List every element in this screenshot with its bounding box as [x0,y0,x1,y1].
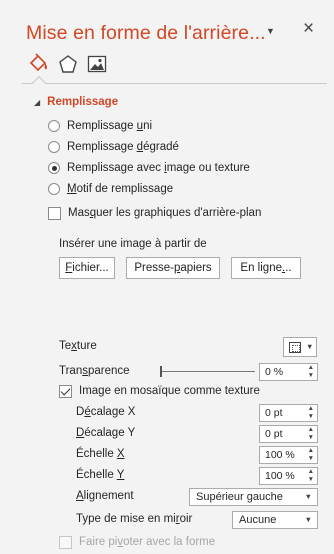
radio-pattern-fill[interactable]: Motif de remplissage [48,181,173,197]
texture-label: Texture [59,340,97,352]
texture-picker-button[interactable]: ▼ [283,337,317,357]
collapse-caret-icon: ◢ [34,97,41,107]
checkbox-disabled[interactable] [59,535,72,549]
offset-x-label: Décalage X [76,406,136,418]
section-fill-header[interactable]: ◢ Remplissage [34,96,118,108]
radio-button[interactable] [48,120,60,132]
spinner-arrows-icon[interactable]: ▲ ▼ [308,447,314,463]
scale-x-input[interactable]: 100 % ▲ ▼ [259,446,318,464]
spinner-arrows-icon[interactable]: ▲ ▼ [308,468,314,484]
alignment-dropdown[interactable]: Supérieur gauche ▼ [189,488,318,506]
radio-button[interactable] [48,141,60,153]
file-button[interactable]: Fichier... [59,257,115,279]
spinner-arrows-icon[interactable]: ▲ ▼ [308,426,314,442]
tab-picture[interactable] [86,53,108,77]
pentagon-shape-icon [59,55,77,73]
clipboard-button[interactable]: Presse-papiers [126,257,220,279]
mirror-type-label: Type de mise en miroir [76,513,193,525]
insert-picture-label: Insérer une image à partir de [59,238,207,250]
section-fill-label: Remplissage [47,96,119,108]
offset-y-label: Décalage Y [76,427,136,439]
chevron-down-icon: ▼ [306,342,314,351]
radio-button[interactable] [48,183,60,195]
transparency-slider-thumb[interactable] [160,366,162,377]
transparency-slider-track[interactable] [161,371,255,372]
scale-y-label: Échelle Y [76,469,125,481]
offset-y-input[interactable]: 0 pt ▲ ▼ [259,425,318,443]
online-button[interactable]: En ligne... [231,257,301,279]
tab-effects[interactable] [57,53,79,77]
tab-divider [22,83,327,84]
picture-icon [87,55,107,73]
radio-gradient-fill[interactable]: Remplissage dégradé [48,139,179,155]
radio-solid-fill[interactable]: Remplissage uni [48,118,152,134]
tab-fill[interactable] [28,53,50,77]
hide-background-graphics-checkbox[interactable]: Masquer les graphiques d'arrière-plan [48,205,261,221]
checkbox-checked[interactable] [59,384,72,398]
chevron-down-icon: ▼ [304,492,312,501]
chevron-down-icon: ▼ [304,515,312,524]
transparency-label: Transparence [59,365,130,377]
close-icon[interactable]: × [303,19,314,38]
radio-button-selected[interactable] [48,162,60,174]
pane-options-dropdown[interactable]: ▼ [266,26,275,36]
active-tab-indicator [31,75,47,91]
spinner-arrows-icon[interactable]: ▲ ▼ [308,364,314,380]
transparency-input[interactable]: 0 % ▲ ▼ [259,363,318,381]
scale-y-input[interactable]: 100 % ▲ ▼ [259,467,318,485]
paint-bucket-icon [29,53,47,72]
offset-x-input[interactable]: 0 pt ▲ ▼ [259,404,318,422]
texture-icon [289,342,301,353]
tile-texture-checkbox[interactable]: Image en mosaïque comme texture [59,383,260,399]
checkbox[interactable] [48,206,61,220]
spinner-arrows-icon[interactable]: ▲ ▼ [308,405,314,421]
scale-x-label: Échelle X [76,448,125,460]
radio-picture-texture-fill[interactable]: Remplissage avec image ou texture [48,160,250,176]
alignment-label: Alignement [76,490,134,502]
mirror-type-dropdown[interactable]: Aucune ▼ [232,511,318,529]
format-background-pane: Mise en forme de l'arrière... ▼ × ◢ Remp… [0,0,334,554]
rotate-with-shape-checkbox[interactable]: Faire pivoter avec la forme [59,534,215,550]
pane-title: Mise en forme de l'arrière... [26,22,266,44]
